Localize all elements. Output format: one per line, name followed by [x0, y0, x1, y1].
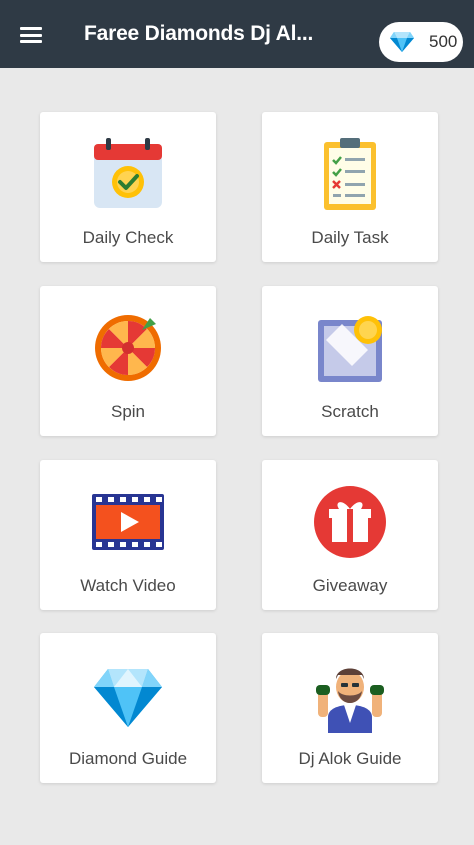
spin-card[interactable]: Spin: [40, 286, 216, 436]
card-label: Daily Check: [82, 228, 174, 247]
app-bar: Faree Diamonds Dj Al... 500: [0, 0, 474, 68]
card-label: Daily Task: [311, 228, 389, 247]
daily-check-card[interactable]: Daily Check: [40, 112, 216, 262]
diamond-guide-card[interactable]: Diamond Guide: [40, 633, 216, 783]
card-label: Watch Video: [80, 576, 176, 595]
hamburger-menu-icon: [20, 27, 42, 43]
daily-task-card[interactable]: Daily Task: [262, 112, 438, 262]
spin-wheel-icon: [90, 310, 166, 386]
video-play-icon: [90, 484, 166, 560]
dj-alok-guide-card[interactable]: Dj Alok Guide: [262, 633, 438, 783]
menu-button[interactable]: [14, 18, 48, 52]
card-label: Dj Alok Guide: [298, 749, 402, 768]
card-label: Diamond Guide: [68, 749, 188, 768]
diamond-icon: [390, 32, 414, 52]
dj-alok-avatar-icon: [312, 657, 388, 733]
gift-icon: [312, 484, 388, 560]
app-title: Faree Diamonds Dj Al...: [84, 22, 314, 45]
scratch-card-icon: [312, 310, 388, 386]
balance-value: 500: [429, 32, 458, 51]
card-label: Spin: [110, 402, 146, 421]
diamond-balance[interactable]: 500: [379, 22, 463, 62]
card-label: Giveaway: [312, 576, 388, 595]
giveaway-card[interactable]: Giveaway: [262, 460, 438, 610]
calendar-check-icon: [90, 136, 166, 212]
watch-video-card[interactable]: Watch Video: [40, 460, 216, 610]
card-label: Scratch: [321, 402, 379, 421]
diamond-icon: [90, 657, 166, 733]
clipboard-checklist-icon: [312, 136, 388, 212]
scratch-card[interactable]: Scratch: [262, 286, 438, 436]
